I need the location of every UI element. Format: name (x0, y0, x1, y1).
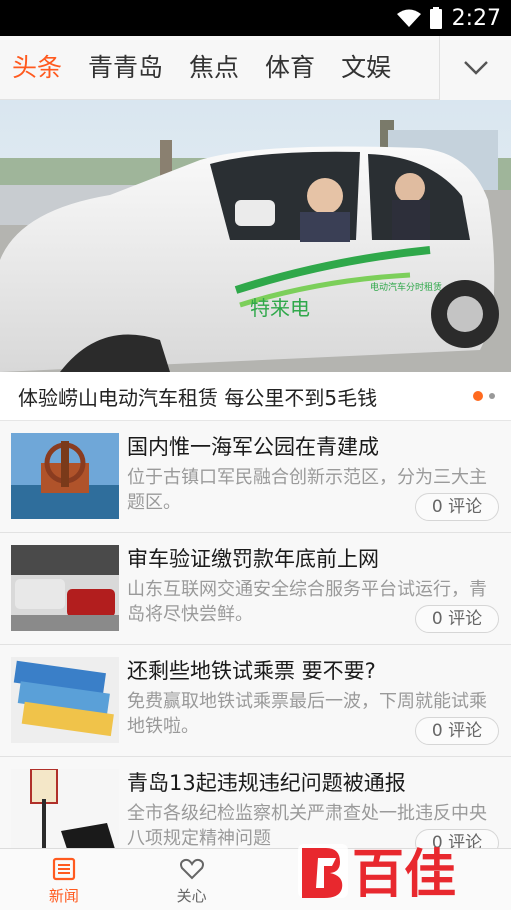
news-thumbnail (11, 769, 119, 848)
car-small-text: 电动汽车分时租赁 (370, 281, 442, 293)
channel-tabs: 头条 青青岛 焦点 体育 文娱 (0, 36, 511, 100)
status-time: 2:27 (451, 5, 501, 31)
wifi-icon (396, 9, 421, 27)
news-icon (52, 857, 75, 881)
status-bar: 2:27 (0, 0, 511, 36)
news-title: 国内惟一海军公园在青建成 (127, 435, 379, 459)
pager-dot-active (473, 391, 483, 401)
nav-care-label: 关心 (176, 887, 207, 905)
battery-icon (429, 7, 442, 29)
news-item[interactable]: 青岛13起违规违纪问题被通报 全市各级纪检监察机关严肃查处一批违反中央八项规定精… (0, 757, 511, 848)
nav-care[interactable]: 关心 (128, 849, 256, 911)
car-brand-text: 特来电 (250, 296, 310, 320)
comment-button[interactable]: 0 评论 (415, 605, 499, 633)
nav-news[interactable]: 新闻 (0, 849, 128, 911)
watermark-logo: 百佳 (298, 844, 456, 902)
tab-headlines[interactable]: 头条 (0, 36, 74, 100)
tab-qingdao[interactable]: 青青岛 (76, 36, 175, 100)
hero-banner[interactable]: 特来电 电动汽车分时租赁 (0, 100, 511, 372)
comment-button[interactable]: 0 评论 (415, 717, 499, 745)
pager-dot (489, 393, 495, 399)
news-item[interactable]: 审车验证缴罚款年底前上网 山东互联网交通安全综合服务平台试运行，青岛将尽快尝鲜。… (0, 533, 511, 645)
news-thumbnail (11, 545, 119, 631)
nav-news-label: 新闻 (48, 887, 79, 905)
tab-entertainment[interactable]: 文娱 (329, 36, 403, 100)
hero-caption[interactable]: 体验崂山电动汽车租赁 每公里不到5毛钱 (0, 372, 511, 420)
news-title: 青岛13起违规违纪问题被通报 (127, 771, 406, 795)
news-item[interactable]: 还剩些地铁试乘票 要不要? 免费赢取地铁试乘票最后一波，下周就能试乘地铁啦。 0… (0, 645, 511, 757)
tabs-more-button[interactable] (439, 36, 511, 100)
news-title: 还剩些地铁试乘票 要不要? (127, 659, 376, 683)
heart-icon (179, 858, 204, 880)
hero-caption-text: 体验崂山电动汽车租赁 每公里不到5毛钱 (18, 385, 378, 410)
hero-pager (467, 391, 495, 401)
watermark-text: 百佳 (352, 845, 456, 902)
tab-focus[interactable]: 焦点 (177, 36, 251, 100)
news-item[interactable]: 国内惟一海军公园在青建成 位于古镇口军民融合创新示范区，分为三大主题区。 0 评… (0, 421, 511, 533)
tab-sports[interactable]: 体育 (253, 36, 327, 100)
news-thumbnail (11, 657, 119, 743)
chevron-down-icon (463, 61, 488, 75)
news-title: 审车验证缴罚款年底前上网 (127, 547, 379, 571)
comment-button[interactable]: 0 评论 (415, 493, 499, 521)
news-list: 国内惟一海军公园在青建成 位于古镇口军民融合创新示范区，分为三大主题区。 0 评… (0, 420, 511, 848)
hero-image: 特来电 电动汽车分时租赁 (0, 100, 511, 372)
news-thumbnail (11, 433, 119, 519)
